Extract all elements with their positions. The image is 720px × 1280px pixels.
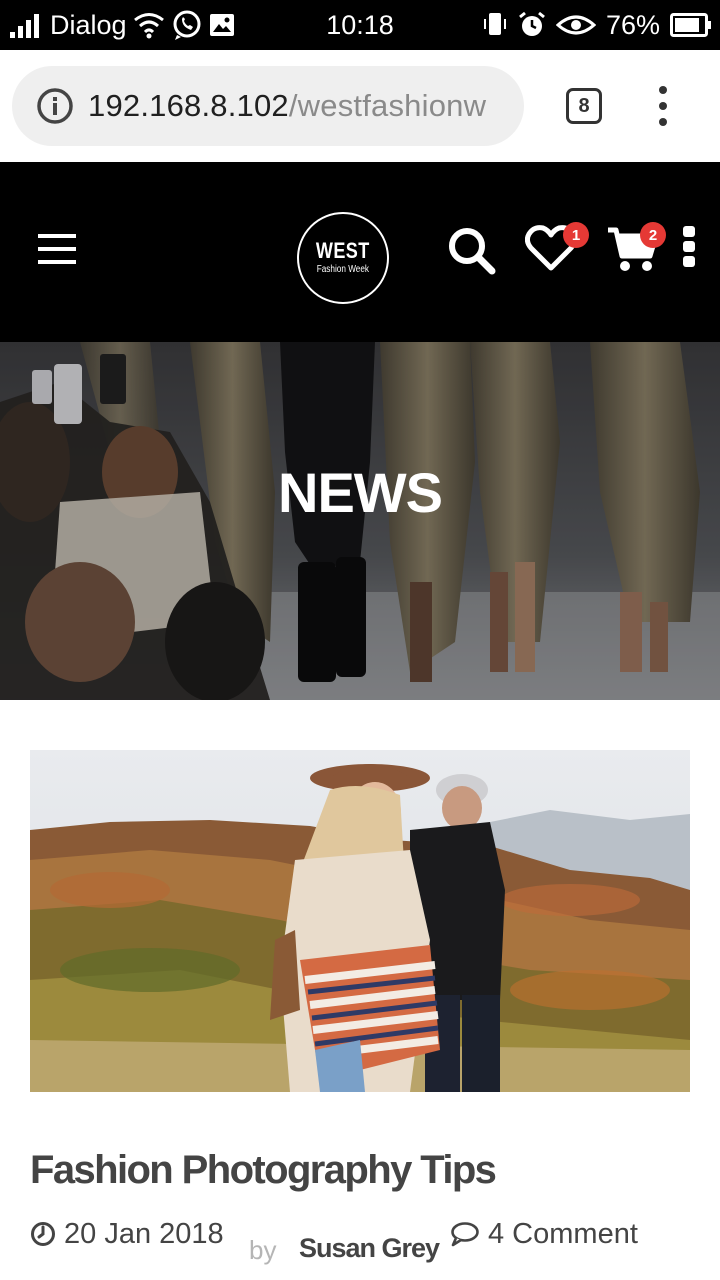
wishlist-count-badge: 1 [563,222,589,248]
post-featured-image[interactable] [30,750,690,1092]
eye-icon [555,13,596,37]
status-bar: Dialog 10:18 76% [0,0,720,50]
site-logo[interactable]: WEST Fashion Week [297,212,389,304]
comment-icon [450,1221,480,1247]
battery-icon [670,13,712,37]
wishlist-button[interactable]: 1 [524,222,589,277]
site-header: WEST Fashion Week 1 2 [0,162,720,342]
status-right: 76% [482,0,712,50]
couple-hiking-photo [30,750,690,1092]
post-author[interactable]: Susan Grey [299,1226,440,1270]
url-text[interactable]: 192.168.8.102/westfashionw [88,88,486,124]
post-date-text: 20 Jan 2018 [64,1217,224,1250]
browser-toolbar: 192.168.8.102/westfashionw 8 [0,50,720,162]
url-host: 192.168.8.102 [88,88,289,123]
search-icon[interactable] [447,226,497,281]
cart-count-badge: 2 [640,222,666,248]
heart-icon [524,225,578,276]
tab-count: 8 [578,94,590,117]
url-path: /westfashionw [288,88,487,123]
more-vert-icon[interactable] [681,226,697,273]
post-title[interactable]: Fashion Photography Tips [30,1148,497,1193]
alarm-icon [518,11,546,39]
info-icon[interactable] [36,87,74,125]
hamburger-icon[interactable] [38,232,76,266]
by-label: by [249,1234,277,1265]
clock-icon [30,1221,56,1247]
tab-switcher-icon[interactable]: 8 [566,88,602,124]
more-vert-icon[interactable] [648,84,678,128]
vibrate-icon [482,11,508,39]
news-hero-banner: NEWS [0,342,720,700]
cart-icon [606,227,659,278]
comments-count-text: 4 Comment [488,1217,638,1250]
post-date: 20 Jan 2018 [30,1212,224,1256]
logo-title: WEST [316,238,370,263]
post-comments[interactable]: 4 Comment [450,1212,638,1256]
address-bar[interactable]: 192.168.8.102/westfashionw [12,66,524,146]
battery-percent: 76% [605,9,660,40]
logo-subtitle: Fashion Week [316,264,370,275]
cart-button[interactable]: 2 [606,222,666,279]
page-title: NEWS [278,461,443,524]
